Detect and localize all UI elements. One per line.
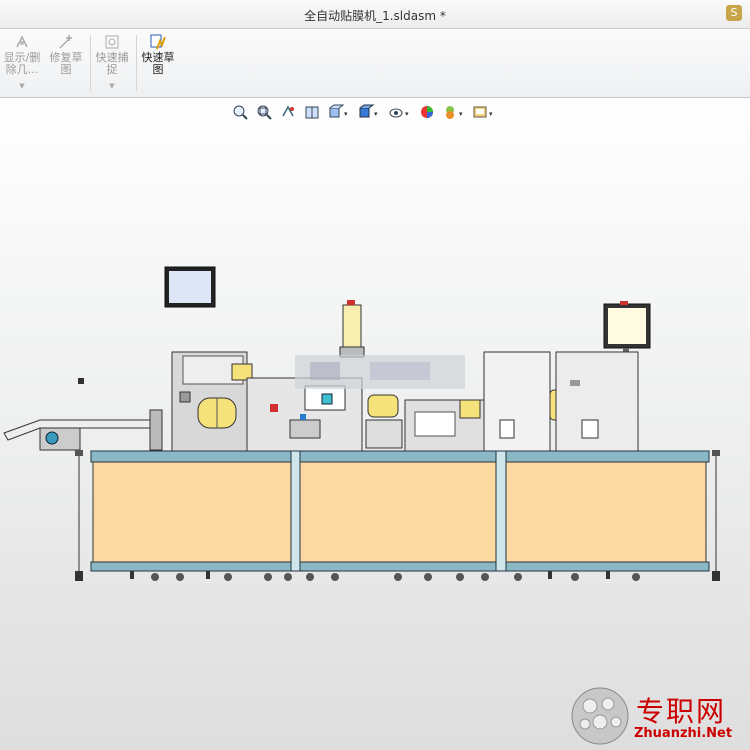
right-hmi-screen [603, 301, 651, 356]
caster-feet [75, 571, 720, 581]
watermark-url: Zhuanzhi.Net [634, 726, 733, 741]
assembly-model-view[interactable] [0, 0, 750, 750]
watermark-text: 专职网 [636, 695, 727, 728]
transfer-unit [404, 399, 486, 453]
watermark-globe-logo [571, 687, 629, 745]
blurred-region [295, 355, 465, 389]
unwind-station [171, 351, 253, 453]
left-hmi-screen [164, 266, 216, 308]
infeed-conveyor [3, 409, 163, 451]
cabinet-unit [483, 351, 639, 453]
